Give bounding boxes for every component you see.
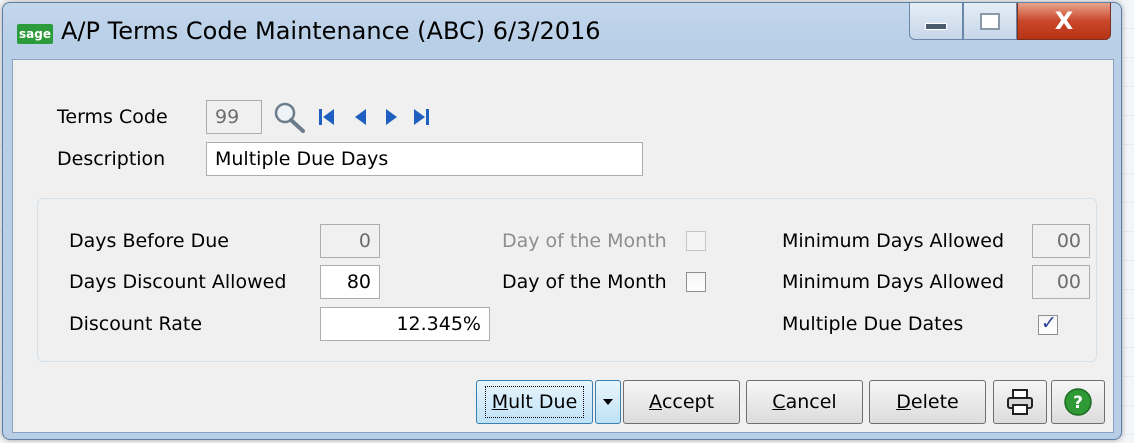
minimum-days-allowed-2-label: Minimum Days Allowed — [782, 271, 1005, 293]
terms-code-label: Terms Code — [57, 106, 168, 128]
multiple-due-dates-checkbox[interactable]: ✓ — [1038, 312, 1058, 335]
minimum-days-allowed-1-label: Minimum Days Allowed — [782, 230, 1005, 252]
terms-code-maintenance-window: sage A/P Terms Code Maintenance (ABC) 6/… — [2, 2, 1122, 440]
close-icon: X — [1054, 7, 1074, 35]
window-title: A/P Terms Code Maintenance (ABC) 6/3/201… — [61, 17, 601, 45]
printer-icon — [1007, 389, 1033, 415]
description-label: Description — [57, 148, 166, 170]
delete-mnemonic: D — [896, 391, 911, 413]
mult-due-dropdown-button[interactable] — [595, 380, 621, 424]
sage-logo-icon: sage — [17, 24, 53, 44]
mult-due-button-text: Mult Due — [484, 386, 585, 418]
dialog-body: Terms Code 99 Description Multiple Due D… — [12, 59, 1114, 433]
days-before-due-label: Days Before Due — [69, 230, 229, 252]
day-of-month-label: Day of the Month — [502, 271, 667, 293]
minimize-button[interactable] — [909, 3, 963, 40]
days-before-due-field[interactable]: 0 — [320, 224, 380, 258]
title-bar[interactable]: sage A/P Terms Code Maintenance (ABC) 6/… — [3, 3, 1121, 59]
mult-due-label: ult Due — [508, 391, 578, 413]
accept-label: ccept — [661, 391, 715, 413]
days-discount-allowed-label: Days Discount Allowed — [69, 271, 287, 293]
mult-due-button[interactable]: Mult Due — [476, 380, 593, 424]
minimize-icon — [925, 22, 947, 30]
first-record-icon[interactable] — [317, 100, 337, 134]
minimum-days-allowed-2-field: 00 — [1032, 265, 1090, 299]
maximize-icon — [980, 12, 1000, 30]
maximize-button[interactable] — [963, 3, 1017, 40]
day-of-month-checkbox[interactable] — [686, 272, 706, 292]
accept-mnemonic: A — [648, 391, 662, 413]
next-record-icon[interactable] — [381, 100, 401, 134]
terms-code-field[interactable]: 99 — [206, 100, 262, 134]
delete-label: elete — [910, 391, 959, 413]
window-controls: X — [909, 3, 1111, 41]
check-mark-icon: ✓ — [1041, 312, 1057, 334]
multiple-due-dates-label: Multiple Due Dates — [782, 313, 964, 335]
help-icon: ? — [1064, 388, 1092, 416]
cancel-button[interactable]: Cancel — [746, 380, 863, 424]
previous-record-icon[interactable] — [351, 100, 371, 134]
discount-rate-field[interactable]: 12.345% — [320, 307, 490, 341]
description-field[interactable]: Multiple Due Days — [206, 142, 643, 176]
cancel-label: ancel — [785, 391, 837, 413]
chevron-down-icon — [603, 399, 613, 405]
delete-button[interactable]: Delete — [869, 380, 986, 424]
close-button[interactable]: X — [1017, 3, 1111, 40]
help-button[interactable]: ? — [1051, 380, 1105, 424]
magnifier-icon[interactable] — [271, 100, 307, 134]
last-record-icon[interactable] — [411, 100, 431, 134]
days-discount-allowed-field[interactable]: 80 — [320, 265, 380, 299]
print-button[interactable] — [993, 380, 1047, 424]
mult-due-mnemonic: M — [491, 391, 509, 413]
cancel-mnemonic: C — [772, 391, 786, 413]
day-of-month-disabled-label: Day of the Month — [502, 230, 667, 252]
minimum-days-allowed-1-field: 00 — [1032, 224, 1090, 258]
accept-button[interactable]: Accept — [623, 380, 740, 424]
svg-text:?: ? — [1073, 393, 1083, 413]
day-of-month-disabled-checkbox — [686, 231, 706, 251]
discount-rate-label: Discount Rate — [69, 313, 203, 335]
